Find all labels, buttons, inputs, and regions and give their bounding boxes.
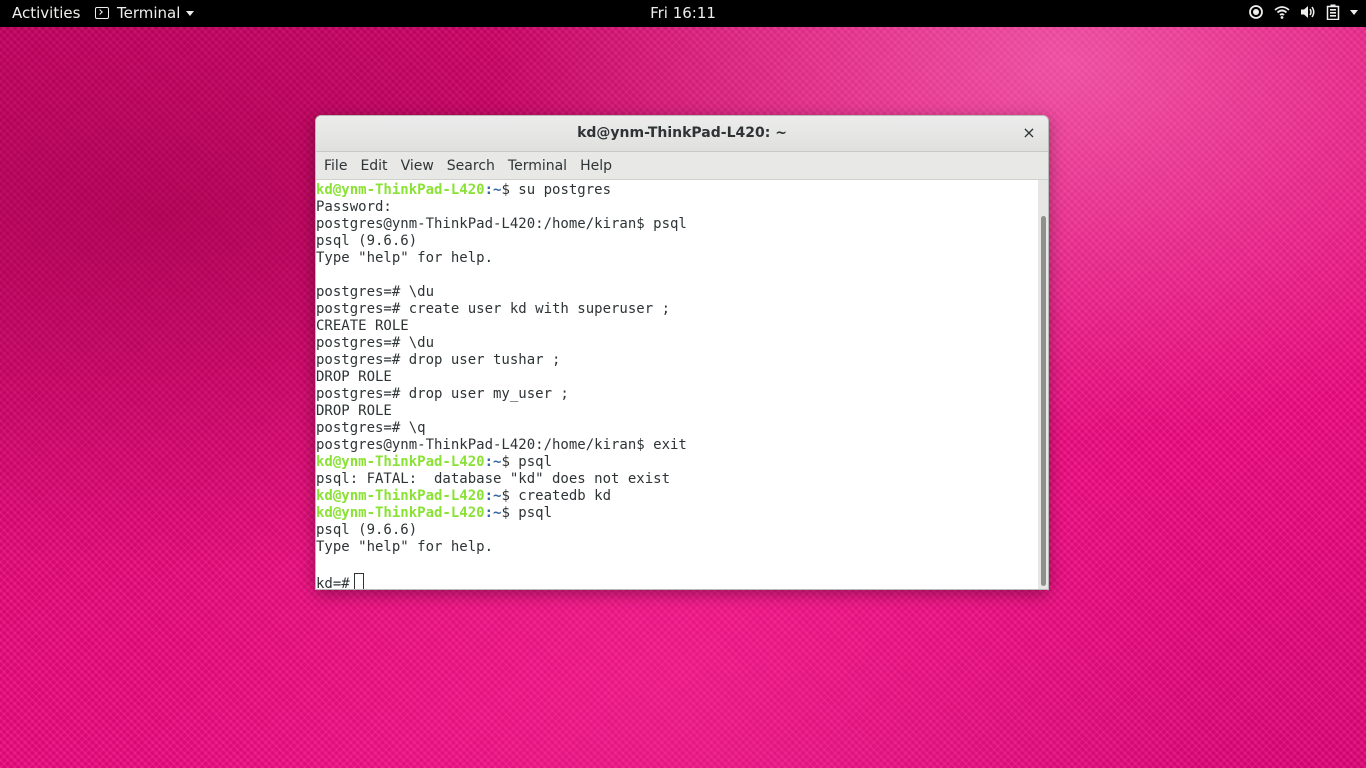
terminal-line: postgres=# \q [316,420,1048,437]
terminal-line: kd@ynm-ThinkPad-L420:~$ psql [316,454,1048,471]
top-bar: Activities Terminal Fri 16:11 [0,0,1366,27]
terminal-window: kd@ynm-ThinkPad-L420: ~ × File Edit View… [315,115,1049,590]
menu-search[interactable]: Search [441,158,501,174]
terminal-line: kd=# [316,573,1048,590]
terminal-line: CREATE ROLE [316,318,1048,335]
menu-help[interactable]: Help [574,158,618,174]
prompt-path: :~ [484,454,502,470]
terminal-line: postgres@ynm-ThinkPad-L420:/home/kiran$ … [316,437,1048,454]
terminal-line: postgres=# drop user tushar ; [316,352,1048,369]
terminal-line: psql (9.6.6) [316,522,1048,539]
terminal-line-text: postgres=# \q [316,420,426,436]
terminal-line: Password: [316,199,1048,216]
system-tray[interactable] [1248,4,1358,20]
window-titlebar[interactable]: kd@ynm-ThinkPad-L420: ~ × [316,116,1048,152]
terminal-line-text: postgres=# drop user tushar ; [316,352,561,368]
menu-edit[interactable]: Edit [354,158,393,174]
menu-file[interactable]: File [318,158,353,174]
menu-bar: File Edit View Search Terminal Help [316,152,1048,180]
system-menu-chevron-icon[interactable] [1350,9,1358,15]
terminal-line-text: DROP ROLE [316,403,392,419]
terminal-line-text: postgres@ynm-ThinkPad-L420:/home/kiran$ … [316,437,687,453]
prompt-path: :~ [484,182,502,198]
window-title: kd@ynm-ThinkPad-L420: ~ [577,125,787,141]
terminal-line: Type "help" for help. [316,539,1048,556]
terminal-line: postgres=# \du [316,284,1048,301]
terminal-line-text: postgres=# \du [316,335,435,351]
terminal-line-text: postgres=# drop user my_user ; [316,386,569,402]
wifi-icon[interactable] [1274,4,1290,20]
menu-terminal[interactable]: Terminal [502,158,573,174]
terminal-line-text: DROP ROLE [316,369,392,385]
terminal-line-text: psql (9.6.6) [316,233,418,249]
terminal-line-text: psql: FATAL: database "kd" does not exis… [316,471,671,487]
terminal-line-text: $ su postgres [501,182,612,198]
location-icon[interactable] [1248,4,1264,20]
scrollbar-thumb[interactable] [1041,216,1046,586]
terminal-line-text: Password: [316,199,392,215]
terminal-line-text: Type "help" for help. [316,539,494,555]
menu-view[interactable]: View [395,158,440,174]
clock[interactable]: Fri 16:11 [0,4,1366,22]
prompt-user: kd@ynm-ThinkPad-L420 [316,505,485,521]
terminal-line: DROP ROLE [316,369,1048,386]
terminal-output[interactable]: kd@ynm-ThinkPad-L420:~$ su postgres Passw… [316,180,1048,590]
terminal-line-text: $ psql [501,505,553,521]
scrollbar[interactable] [1038,180,1048,589]
prompt-user: kd@ynm-ThinkPad-L420 [316,182,485,198]
terminal-line-text: postgres@ynm-ThinkPad-L420:/home/kiran$ … [316,216,687,232]
volume-icon[interactable] [1300,4,1316,20]
terminal-line-text: $ psql [501,454,553,470]
terminal-line: Type "help" for help. [316,250,1048,267]
terminal-line-text: $ createdb kd [501,488,612,504]
prompt-path: :~ [484,488,502,504]
close-button[interactable]: × [1020,124,1038,142]
terminal-line-text: Type "help" for help. [316,250,494,266]
terminal-line: kd@ynm-ThinkPad-L420:~$ psql [316,505,1048,522]
terminal-line: postgres@ynm-ThinkPad-L420:/home/kiran$ … [316,216,1048,233]
terminal-line: postgres=# \du [316,335,1048,352]
terminal-line: kd@ynm-ThinkPad-L420:~$ su postgres [316,182,1048,199]
terminal-line-text: kd=# [316,576,350,590]
terminal-area[interactable]: kd@ynm-ThinkPad-L420:~$ su postgres Passw… [316,180,1048,589]
terminal-line-text: postgres=# \du [316,284,435,300]
terminal-line: psql: FATAL: database "kd" does not exis… [316,471,1048,488]
terminal-line: DROP ROLE [316,403,1048,420]
text-cursor [353,573,364,589]
terminal-line: kd@ynm-ThinkPad-L420:~$ createdb kd [316,488,1048,505]
terminal-line-text: postgres=# create user kd with superuser… [316,301,671,317]
battery-icon[interactable] [1326,4,1340,20]
terminal-line-text: psql (9.6.6) [316,522,418,538]
prompt-path: :~ [484,505,502,521]
terminal-line-text: CREATE ROLE [316,318,409,334]
terminal-line: postgres=# create user kd with superuser… [316,301,1048,318]
terminal-line: psql (9.6.6) [316,233,1048,250]
terminal-line [316,556,1048,573]
terminal-line-text [316,556,324,572]
prompt-user: kd@ynm-ThinkPad-L420 [316,488,485,504]
terminal-line [316,267,1048,284]
terminal-line: postgres=# drop user my_user ; [316,386,1048,403]
terminal-line-text [316,267,324,283]
prompt-user: kd@ynm-ThinkPad-L420 [316,454,485,470]
